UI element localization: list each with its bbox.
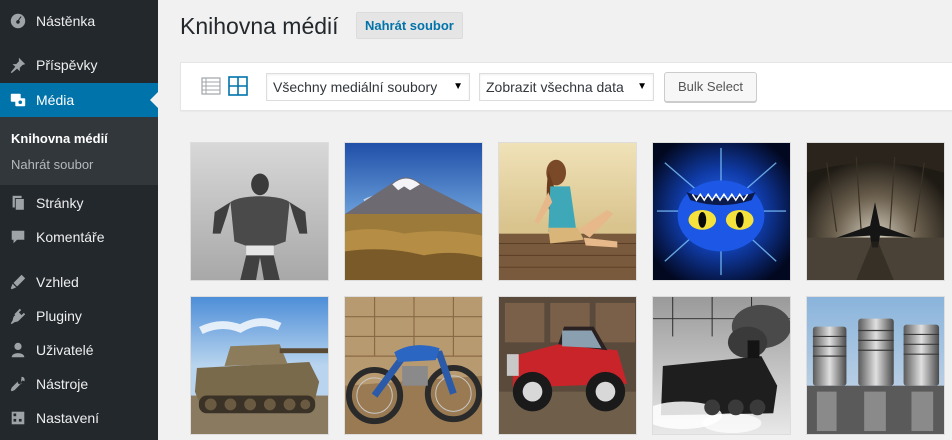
sidebar-item-label: Příspěvky <box>36 57 98 73</box>
sidebar-item-label: Nástroje <box>36 376 89 392</box>
admin-sidebar: Nástěnka Příspěvky Média Knihovna médií … <box>0 0 158 440</box>
dropdown-arrow-icon: ▼ <box>453 81 463 92</box>
attachment-thumbnail[interactable] <box>344 142 483 281</box>
pages-icon <box>0 194 36 212</box>
sidebar-item-media[interactable]: Média <box>0 83 158 117</box>
sidebar-item-dashboard[interactable]: Nástěnka <box>0 4 158 38</box>
media-type-filter-value: Všechny mediální soubory <box>273 79 438 95</box>
sidebar-item-label: Komentáře <box>36 229 105 245</box>
comments-icon <box>0 228 36 246</box>
tank-image <box>191 297 328 434</box>
classic-car-image <box>499 297 636 434</box>
list-view-icon[interactable] <box>201 76 221 96</box>
steam-locomotive-image <box>653 297 790 434</box>
media-type-filter[interactable]: Všechny mediální soubory ▼ <box>266 73 470 101</box>
sidebar-item-label: Pluginy <box>36 308 82 324</box>
volcano-landscape-image <box>345 143 482 280</box>
jet-hangar-image <box>807 143 944 280</box>
machinery-image <box>807 297 944 434</box>
vintage-motorcycle-image <box>345 297 482 434</box>
bulk-select-button[interactable]: Bulk Select <box>664 72 758 102</box>
attachment-thumbnail[interactable] <box>806 296 945 435</box>
sidebar-item-plugins[interactable]: Pluginy <box>0 299 158 333</box>
plugins-icon <box>0 307 36 325</box>
date-filter[interactable]: Zobrazit všechna data ▼ <box>479 73 654 101</box>
attachment-thumbnail[interactable] <box>498 142 637 281</box>
grid-view-icon[interactable] <box>228 76 248 96</box>
media-icon <box>0 91 36 109</box>
media-toolbar: Všechny mediální soubory ▼ Zobrazit všec… <box>180 62 952 111</box>
sidebar-item-label: Vzhled <box>36 274 79 290</box>
sidebar-item-settings[interactable]: Nastavení <box>0 401 158 435</box>
attachment-thumbnail[interactable] <box>652 142 791 281</box>
sidebar-item-pages[interactable]: Stránky <box>0 186 158 220</box>
pushpin-icon <box>0 56 36 74</box>
tools-icon <box>0 375 36 393</box>
add-new-button[interactable]: Nahrát soubor <box>356 12 463 39</box>
attachment-thumbnail[interactable] <box>190 142 329 281</box>
attachment-thumbnail[interactable] <box>498 296 637 435</box>
appearance-icon <box>0 273 36 291</box>
bodybuilder-image <box>191 143 328 280</box>
sidebar-item-label: Nastavení <box>36 410 100 426</box>
sidebar-item-appearance[interactable]: Vzhled <box>0 265 158 299</box>
blue-monster-image <box>653 143 790 280</box>
attachment-thumbnail[interactable] <box>806 142 945 281</box>
date-filter-value: Zobrazit všechna data <box>486 79 624 95</box>
sidebar-item-tools[interactable]: Nástroje <box>0 367 158 401</box>
attachment-thumbnail[interactable] <box>190 296 329 435</box>
sidebar-item-label: Média <box>36 92 75 108</box>
sidebar-item-users[interactable]: Uživatelé <box>0 333 158 367</box>
sidebar-item-label: Uživatelé <box>36 342 94 358</box>
woman-on-pier-image <box>499 143 636 280</box>
sidebar-item-posts[interactable]: Příspěvky <box>0 48 158 82</box>
attachment-thumbnail[interactable] <box>652 296 791 435</box>
submenu-item-upload[interactable]: Nahrát soubor <box>11 157 93 172</box>
settings-icon <box>0 409 36 427</box>
dropdown-arrow-icon: ▼ <box>637 81 647 92</box>
sidebar-item-label: Nástěnka <box>36 13 96 29</box>
attachment-thumbnail[interactable] <box>344 296 483 435</box>
users-icon <box>0 341 36 359</box>
page-title: Knihovna médií <box>180 13 339 39</box>
media-submenu: Knihovna médií Nahrát soubor <box>0 117 158 185</box>
sidebar-item-comments[interactable]: Komentáře <box>0 220 158 254</box>
submenu-item-library[interactable]: Knihovna médií <box>11 131 108 146</box>
sidebar-item-label: Stránky <box>36 195 84 211</box>
dashboard-icon <box>0 12 36 30</box>
